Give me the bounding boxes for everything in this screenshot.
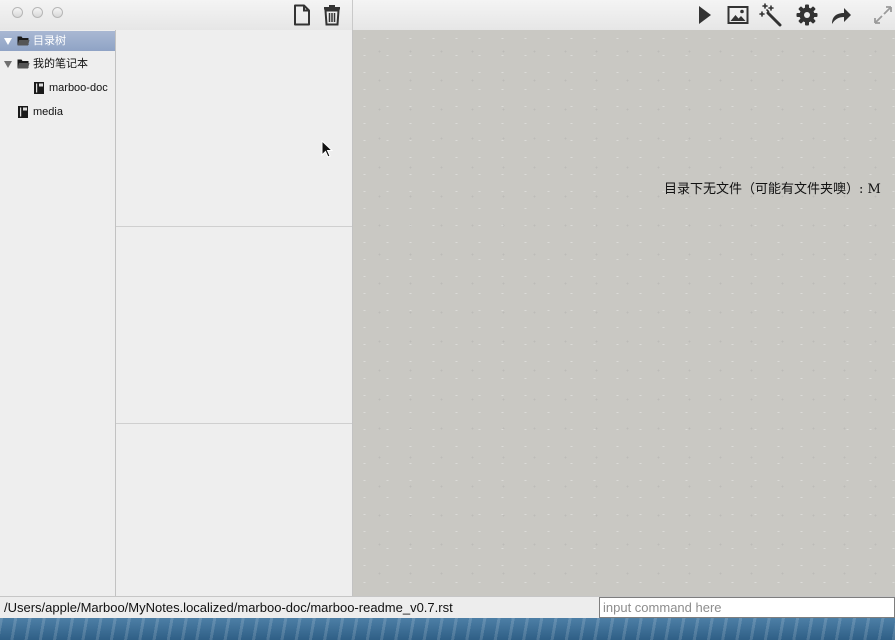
- tree-item-label: 我的笔记本: [33, 58, 88, 70]
- toolbar-divider: [352, 0, 353, 30]
- magic-wand-icon: [759, 3, 782, 27]
- new-file-button[interactable]: [290, 3, 314, 27]
- file-list: [116, 30, 353, 596]
- share-button[interactable]: [829, 3, 853, 27]
- tree-item-media[interactable]: media: [0, 102, 115, 122]
- disclosure-triangle-icon[interactable]: [4, 38, 12, 45]
- close-window-button[interactable]: [12, 7, 23, 18]
- current-file-path: /Users/apple/Marboo/MyNotes.localized/ma…: [4, 600, 453, 615]
- disclosure-triangle-icon[interactable]: [4, 61, 12, 68]
- zoom-window-button[interactable]: [52, 7, 63, 18]
- play-icon: [699, 6, 711, 24]
- desktop-wave-pattern: [0, 618, 895, 640]
- trash-icon: [324, 5, 340, 26]
- list-item[interactable]: [116, 424, 352, 618]
- tree-item-label: marboo-doc: [49, 82, 108, 94]
- tree-item-marboo-doc[interactable]: marboo-doc: [0, 78, 115, 98]
- minimize-window-button[interactable]: [32, 7, 43, 18]
- share-arrow-icon: [832, 8, 851, 24]
- command-input[interactable]: [599, 597, 895, 618]
- preview-area: 目录下无文件（可能有文件夹噢）: M: [353, 30, 895, 596]
- new-file-icon: [294, 4, 310, 26]
- fullscreen-button[interactable]: [871, 3, 895, 27]
- expand-icon: [874, 6, 892, 24]
- image-icon: [727, 6, 749, 24]
- tree-item-label: 目录树: [33, 35, 66, 47]
- empty-directory-message: 目录下无文件（可能有文件夹噢）: M: [664, 182, 881, 197]
- title-toolbar: [0, 0, 895, 31]
- notebook-icon: [18, 106, 28, 118]
- app-window: 目录树 我的笔记本 marboo-doc media 目录下无文件（可能有文件夹…: [0, 0, 895, 618]
- list-item[interactable]: [116, 227, 352, 424]
- magic-button[interactable]: [759, 3, 783, 27]
- open-folder-icon: [17, 59, 30, 69]
- desktop-background: [0, 618, 895, 640]
- directory-tree: 目录树 我的笔记本 marboo-doc media: [0, 30, 116, 596]
- preview-button[interactable]: [692, 3, 716, 27]
- mouse-pointer-icon: [321, 140, 333, 158]
- tree-item-label: media: [33, 106, 63, 118]
- notebook-icon: [34, 82, 44, 94]
- open-folder-icon: [17, 36, 30, 46]
- list-item[interactable]: [116, 30, 352, 227]
- tree-item-root[interactable]: 目录树: [0, 31, 115, 51]
- insert-image-button[interactable]: [726, 3, 750, 27]
- settings-button[interactable]: [795, 3, 819, 27]
- gear-icon: [796, 4, 818, 26]
- status-bar: /Users/apple/Marboo/MyNotes.localized/ma…: [0, 596, 895, 618]
- tree-item-my-notebook[interactable]: 我的笔记本: [0, 54, 115, 74]
- delete-button[interactable]: [320, 3, 344, 27]
